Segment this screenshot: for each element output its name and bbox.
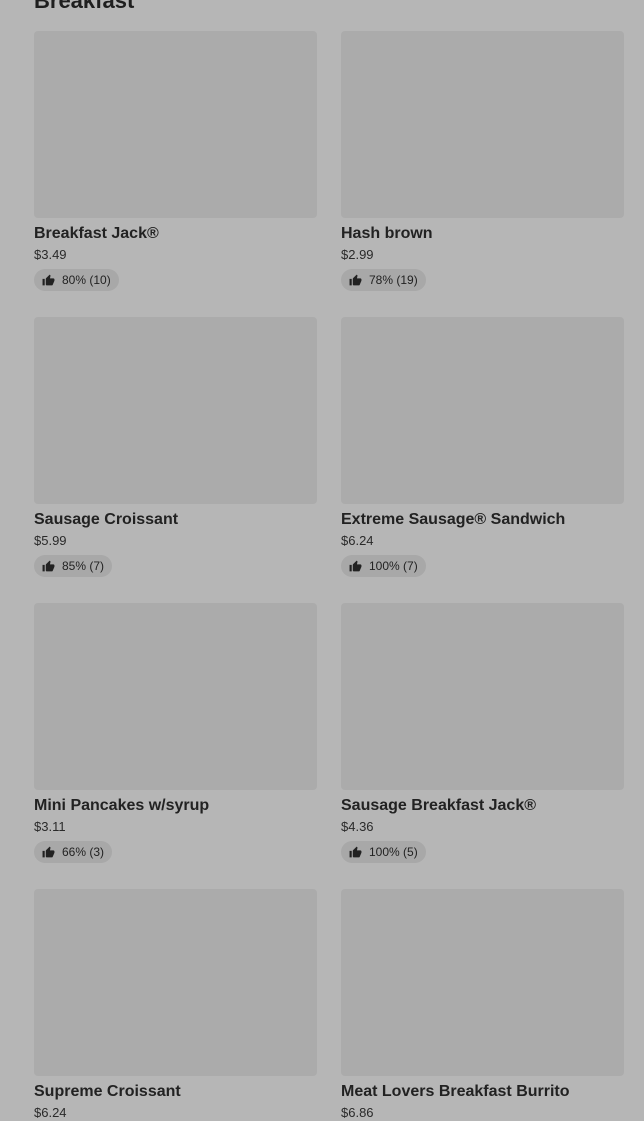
menu-page: Breakfast Breakfast Jack® $3.49 80% (10)…: [0, 0, 644, 1121]
menu-item-image[interactable]: [341, 603, 624, 790]
menu-item-image[interactable]: [34, 317, 317, 504]
menu-item-price: $6.86: [341, 1105, 374, 1120]
menu-item-card[interactable]: Mini Pancakes w/syrup $3.11 66% (3): [34, 603, 317, 889]
menu-item-image[interactable]: [341, 31, 624, 218]
rating-text: 80% (10): [62, 273, 111, 287]
thumbs-up-icon: [349, 846, 362, 858]
rating-badge: 100% (5): [341, 841, 426, 863]
menu-item-grid: Breakfast Jack® $3.49 80% (10) Hash brow…: [34, 31, 624, 1121]
menu-item-card[interactable]: Sausage Croissant $5.99 85% (7): [34, 317, 317, 603]
menu-item-name: Mini Pancakes w/syrup: [34, 797, 210, 814]
menu-item-name: Hash brown: [341, 225, 433, 242]
menu-item-image[interactable]: [341, 317, 624, 504]
menu-item-price: $6.24: [34, 1105, 67, 1120]
menu-item-card[interactable]: Supreme Croissant $6.24: [34, 889, 317, 1121]
rating-text: 100% (5): [369, 845, 418, 859]
thumbs-up-icon: [42, 846, 55, 858]
rating-text: 66% (3): [62, 845, 105, 859]
rating-text: 85% (7): [62, 559, 105, 573]
rating-text: 78% (19): [369, 273, 418, 287]
section-title: Breakfast: [34, 0, 135, 13]
menu-item-price: $6.24: [341, 533, 374, 548]
menu-item-price: $3.11: [34, 819, 66, 834]
thumbs-up-icon: [42, 274, 55, 286]
rating-badge: 100% (7): [341, 555, 426, 577]
menu-item-price: $3.49: [34, 247, 67, 262]
thumbs-up-icon: [349, 560, 362, 572]
thumbs-up-icon: [42, 560, 55, 572]
rating-badge: 80% (10): [34, 269, 119, 291]
menu-item-card[interactable]: Breakfast Jack® $3.49 80% (10): [34, 31, 317, 317]
menu-item-image[interactable]: [34, 603, 317, 790]
menu-item-price: $4.36: [341, 819, 374, 834]
rating-badge: 78% (19): [341, 269, 426, 291]
menu-item-image[interactable]: [341, 889, 624, 1076]
menu-item-card[interactable]: Extreme Sausage® Sandwich $6.24 100% (7): [341, 317, 624, 603]
rating-badge: 66% (3): [34, 841, 113, 863]
rating-badge: 85% (7): [34, 555, 113, 577]
menu-item-name: Sausage Breakfast Jack®: [341, 797, 537, 814]
menu-item-card[interactable]: Sausage Breakfast Jack® $4.36 100% (5): [341, 603, 624, 889]
rating-text: 100% (7): [369, 559, 418, 573]
menu-item-name: Extreme Sausage® Sandwich: [341, 511, 566, 528]
menu-item-image[interactable]: [34, 889, 317, 1076]
menu-item-name: Supreme Croissant: [34, 1083, 181, 1100]
menu-item-price: $5.99: [34, 533, 67, 548]
menu-item-name: Breakfast Jack®: [34, 225, 159, 242]
menu-item-price: $2.99: [341, 247, 374, 262]
menu-item-name: Meat Lovers Breakfast Burrito: [341, 1083, 570, 1100]
menu-item-image[interactable]: [34, 31, 317, 218]
menu-item-card[interactable]: Meat Lovers Breakfast Burrito $6.86: [341, 889, 624, 1121]
menu-item-card[interactable]: Hash brown $2.99 78% (19): [341, 31, 624, 317]
menu-item-name: Sausage Croissant: [34, 511, 179, 528]
thumbs-up-icon: [349, 274, 362, 286]
